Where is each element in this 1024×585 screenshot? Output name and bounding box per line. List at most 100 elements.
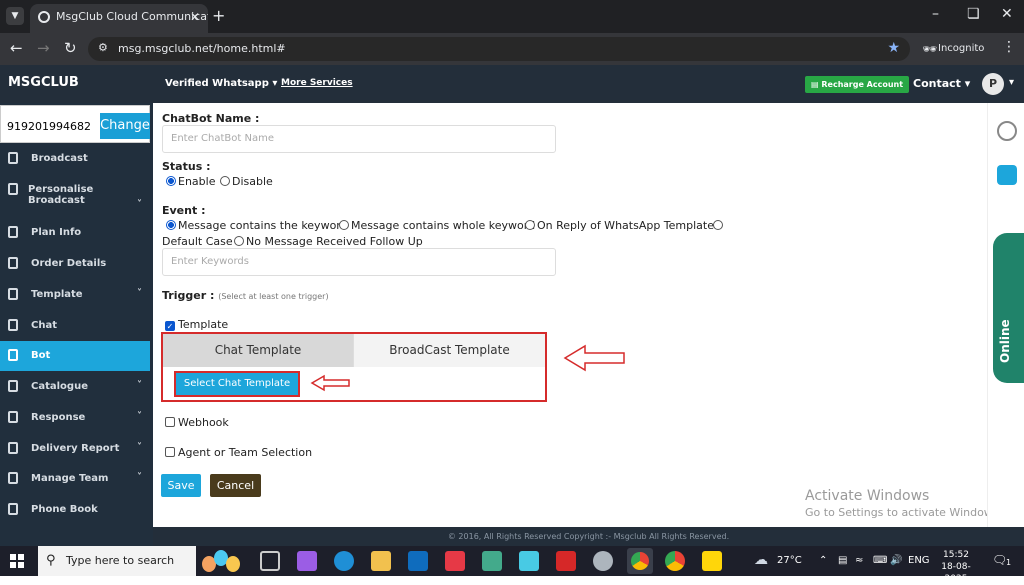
event-default-radio[interactable] [713,219,725,232]
webhook-checkbox-option[interactable]: Webhook [165,416,229,429]
verified-whatsapp-menu[interactable]: Verified Whatsapp ▾ [165,78,277,89]
tab-chat-template[interactable]: Chat Template [163,334,353,367]
url-text: msg.msgclub.net/home.html# [118,42,286,55]
menu-item-icon [8,152,18,164]
sidebar-item-plan-info[interactable]: Plan Info [0,218,150,248]
sidebar-item-label: Chat [31,320,57,331]
checkbox-unchecked[interactable] [165,417,175,427]
notifications-icon[interactable]: 🗨 [992,553,1007,567]
status-disable-option[interactable]: Disable [220,175,273,188]
windows-start-icon[interactable] [10,554,24,568]
edge-icon[interactable] [334,551,354,571]
network-icon[interactable]: ▤ [838,555,847,566]
chrome-active-icon[interactable] [627,548,653,574]
minimize-icon[interactable]: – [932,6,939,22]
chevron-down-icon[interactable]: ˅ [137,472,142,483]
sidebar-item-phone-book[interactable]: Phone Book [0,495,150,525]
sidebar-item-broadcast[interactable]: Broadcast [0,144,150,174]
change-account-button[interactable]: Change [100,113,150,139]
radio-unselected[interactable] [339,220,349,230]
chevron-down-icon[interactable]: ˅ [137,380,142,391]
tab-search-icon[interactable]: ▼ [6,7,24,25]
sticky-notes-icon[interactable] [702,551,722,571]
sidebar-item-delivery-report[interactable]: Delivery Report ˅ [0,434,150,464]
sidebar-item-chat[interactable]: Chat [0,311,150,341]
volume-icon[interactable]: 🔊 [890,555,902,566]
checkbox-checked[interactable]: ✓ [165,321,175,331]
radio-unselected[interactable] [234,236,244,246]
online-status-tab[interactable]: Online [993,233,1024,383]
sidebar-item-bot[interactable]: Bot [0,341,150,371]
network-app-icon[interactable] [519,551,539,571]
bookmark-star-icon[interactable]: ★ [887,40,900,56]
reload-icon[interactable]: ↻ [64,39,77,57]
template-checkbox-option[interactable]: ✓ Template [165,318,228,331]
chevron-down-icon[interactable]: ˅ [137,442,142,453]
sidebar-item-order-details[interactable]: Order Details [0,249,150,279]
browser-tab[interactable]: MsgClub Cloud Communication ✕ [30,4,208,33]
headset-icon[interactable] [997,121,1017,141]
cancel-button[interactable]: Cancel [210,474,261,497]
task-view-icon[interactable] [260,551,280,571]
agent-checkbox-label: Agent or Team Selection [178,446,313,459]
sidebar-item-template[interactable]: Template ˅ [0,280,150,310]
new-tab-icon[interactable]: + [212,6,225,25]
trigger-label-text: Trigger : [162,289,215,302]
radio-unselected[interactable] [525,220,535,230]
radio-unselected[interactable] [713,220,723,230]
app-icon[interactable] [593,551,613,571]
address-bar[interactable]: ⚙ msg.msgclub.net/home.html# ★ [88,37,910,61]
chrome-icon[interactable] [665,551,685,571]
sidebar-item-catalogue[interactable]: Catalogue ˅ [0,372,150,402]
language-indicator[interactable]: ENG [908,555,930,566]
wps-office-icon[interactable] [445,551,465,571]
event-reply-option[interactable]: On Reply of WhatsApp Template [525,219,714,232]
close-tab-icon[interactable]: ✕ [190,4,200,30]
user-avatar[interactable]: P [982,73,1004,95]
recharge-account-button[interactable]: ▤ Recharge Account [805,76,910,93]
window-close-icon[interactable]: ✕ [1001,6,1013,22]
restore-icon[interactable]: ❏ [967,6,980,22]
contact-menu[interactable]: Contact ▾ [913,77,970,90]
site-info-icon[interactable]: ⚙ [98,41,108,54]
keywords-input[interactable]: Enter Keywords [162,248,556,276]
chevron-down-icon[interactable]: ˅ [137,199,142,210]
radio-unselected[interactable] [220,176,230,186]
chevron-down-icon[interactable]: ˅ [137,411,142,422]
sidebar-item-response[interactable]: Response ˅ [0,403,150,433]
tray-chevron-up-icon[interactable]: ⌃ [819,555,827,566]
checkbox-unchecked[interactable] [165,447,175,457]
weather-temp[interactable]: 27°C [777,555,802,566]
spreadsheet-icon[interactable] [482,551,502,571]
event-no-message-option[interactable]: No Message Received Follow Up [234,235,423,248]
more-services-link[interactable]: More Services [281,78,353,88]
taskbar-search-box[interactable]: ⚲ Type here to search [38,546,196,576]
system-clock[interactable]: 15:52 18-08-2025 [934,549,978,585]
outlook-icon[interactable] [408,551,428,571]
radio-selected[interactable] [166,220,176,230]
file-explorer-icon[interactable] [371,551,391,571]
event-contains-option[interactable]: Message contains the keyword [166,219,348,232]
save-button[interactable]: Save [161,474,201,497]
chevron-down-icon[interactable]: ˅ [137,288,142,299]
back-icon[interactable]: ← [10,39,23,57]
forward-icon[interactable]: → [37,39,50,57]
keyboard-icon[interactable]: ⌨ [873,555,887,566]
calculator-icon[interactable] [997,165,1017,185]
avatar-chevron-down-icon[interactable]: ▾ [1009,77,1014,88]
copilot-icon[interactable] [297,551,317,571]
chatbot-name-input[interactable]: Enter ChatBot Name [162,125,556,153]
agent-checkbox-option[interactable]: Agent or Team Selection [165,446,312,459]
wifi-icon[interactable]: ≈ [855,555,863,566]
sidebar-item-manage-team[interactable]: Manage Team ˅ [0,464,150,494]
event-whole-option[interactable]: Message contains whole keyword [339,219,535,232]
radio-selected[interactable] [166,176,176,186]
browser-menu-icon[interactable]: ⋮ [1002,39,1016,55]
incognito-indicator[interactable]: 🕶 Incognito [918,37,992,61]
weather-icon[interactable]: ☁ [754,552,768,568]
tab-broadcast-template[interactable]: BroadCast Template [353,334,545,367]
anydesk-icon[interactable] [556,551,576,571]
select-chat-template-button[interactable]: Select Chat Template [174,371,300,397]
status-enable-option[interactable]: Enable [166,175,215,188]
sidebar-item-personalise-broadcast[interactable]: Personalise Broadcast ˅ [0,175,150,215]
